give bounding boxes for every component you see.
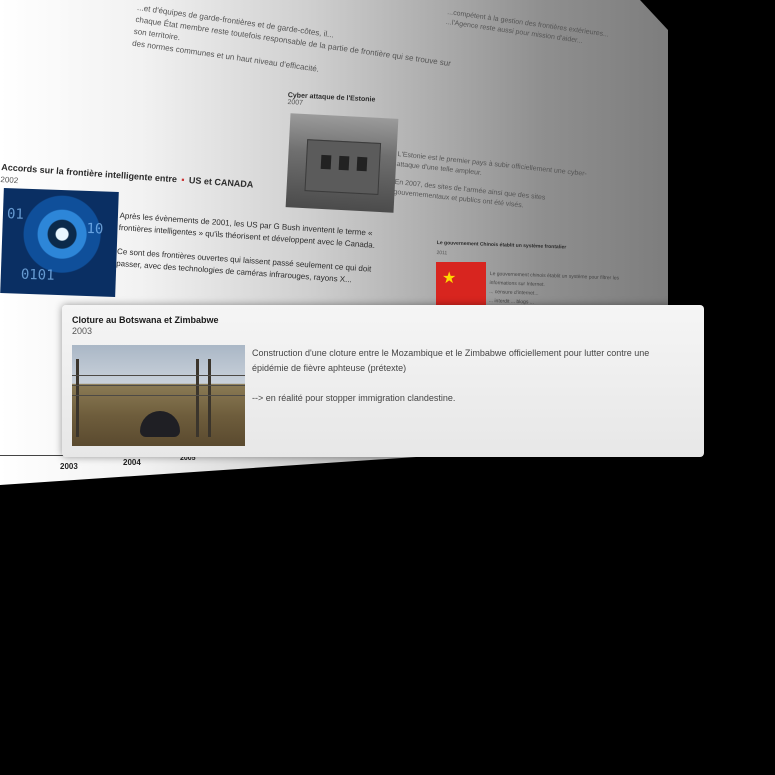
smart-border-title-flags: US et CANADA bbox=[188, 175, 254, 190]
bunker-slot bbox=[356, 156, 368, 172]
star-icon: ★ bbox=[442, 270, 457, 287]
cyber-entry-header[interactable]: Cyber attaque de l'Estonie 2007 bbox=[287, 92, 375, 111]
bunker-wall bbox=[304, 139, 382, 195]
card-year: 2003 bbox=[72, 326, 93, 336]
border-fence-photo bbox=[72, 345, 245, 446]
eye-photo: 01 10 0101 bbox=[0, 188, 119, 297]
us-flag-icon: ▪ bbox=[181, 174, 185, 185]
card-paragraph-2: --> en réalité pour stopper immigration … bbox=[252, 393, 456, 403]
axis-label-2003[interactable]: 2003 bbox=[60, 462, 78, 471]
fence-wire bbox=[72, 375, 245, 376]
china-flag-photo: ★ bbox=[436, 262, 486, 307]
cyber-entry-text: L'Estonie est le premier pays à subir of… bbox=[393, 150, 597, 219]
binary-glyph: 01 bbox=[6, 206, 25, 223]
fence-post bbox=[196, 359, 199, 437]
smart-border-body: Après les évènements de 2001, les US par… bbox=[116, 210, 380, 288]
bunker-slot bbox=[338, 155, 350, 171]
estonia-photo bbox=[285, 113, 399, 213]
bunker-slot bbox=[320, 154, 332, 170]
smart-border-para-2: Ce sont des frontières ouvertes qui lais… bbox=[115, 246, 372, 285]
card-paragraph-1: Construction d'une cloture entre le Moza… bbox=[252, 348, 650, 373]
fence-post bbox=[208, 359, 211, 437]
card-title: Cloture au Botswana et Zimbabwe bbox=[72, 315, 219, 325]
fence-wire bbox=[72, 385, 245, 386]
event-card-botswana-zimbabwe[interactable]: Cloture au Botswana et Zimbabwe 2003 Con… bbox=[62, 305, 704, 457]
top-paragraph: ...et d'équipes de garde-frontières et d… bbox=[131, 2, 464, 95]
binary-glyph: 0101 bbox=[20, 266, 55, 284]
fence-post bbox=[76, 359, 79, 437]
top-right-paragraph: ...compétent à la gestion des frontières… bbox=[445, 8, 646, 56]
china-entry-header[interactable]: Le gouvernement Chinois établit un systè… bbox=[436, 238, 637, 265]
fence-wire bbox=[72, 395, 245, 396]
card-description: Construction d'une cloture entre le Moza… bbox=[252, 346, 682, 421]
smart-border-para-1: Après les évènements de 2001, les US par… bbox=[118, 210, 376, 250]
person-figure bbox=[140, 411, 180, 437]
binary-glyph: 10 bbox=[86, 220, 104, 238]
axis-label-2004[interactable]: 2004 bbox=[123, 458, 141, 467]
